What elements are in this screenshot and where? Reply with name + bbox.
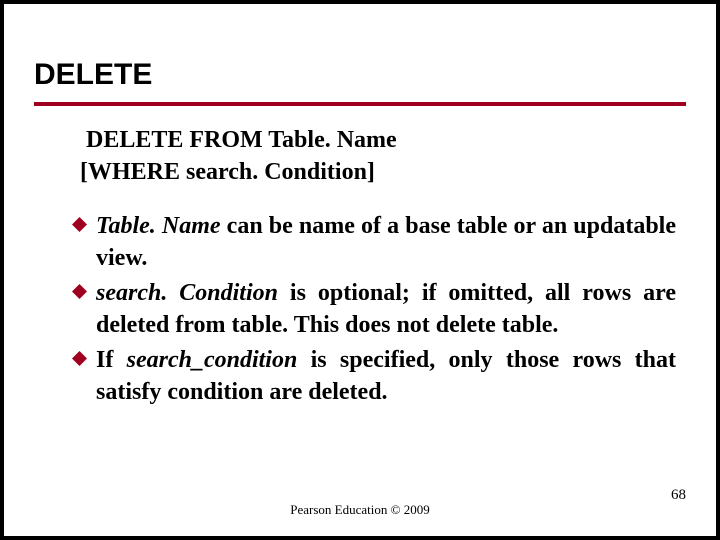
code-line-1: DELETE FROM Table. Name [86, 124, 676, 156]
bullet-item: search. Condition is optional; if omitte… [72, 277, 676, 342]
bullet-item: Table. Name can be name of a base table … [72, 210, 676, 275]
footer-copyright: Pearson Education © 2009 [4, 502, 716, 518]
bullet-lead-italic: Table. Name [96, 213, 221, 239]
diamond-bullet-icon [72, 217, 87, 232]
bullet-lead: If [96, 347, 127, 373]
diamond-bullet-icon [72, 284, 87, 299]
syntax-block: DELETE FROM Table. Name [WHERE search. C… [86, 124, 676, 189]
code-line-2: [WHERE search. Condition] [80, 156, 676, 188]
diamond-bullet-icon [72, 351, 87, 366]
bullet-mid-italic: search_condition [127, 347, 298, 373]
bullet-list: Table. Name can be name of a base table … [72, 210, 676, 410]
slide-title: DELETE [34, 58, 152, 92]
slide: DELETE DELETE FROM Table. Name [WHERE se… [4, 4, 716, 536]
bullet-item: If search_condition is specified, only t… [72, 344, 676, 409]
page-number: 68 [671, 487, 686, 504]
title-underline [34, 102, 686, 106]
bullet-lead-italic: search. Condition [96, 280, 278, 306]
